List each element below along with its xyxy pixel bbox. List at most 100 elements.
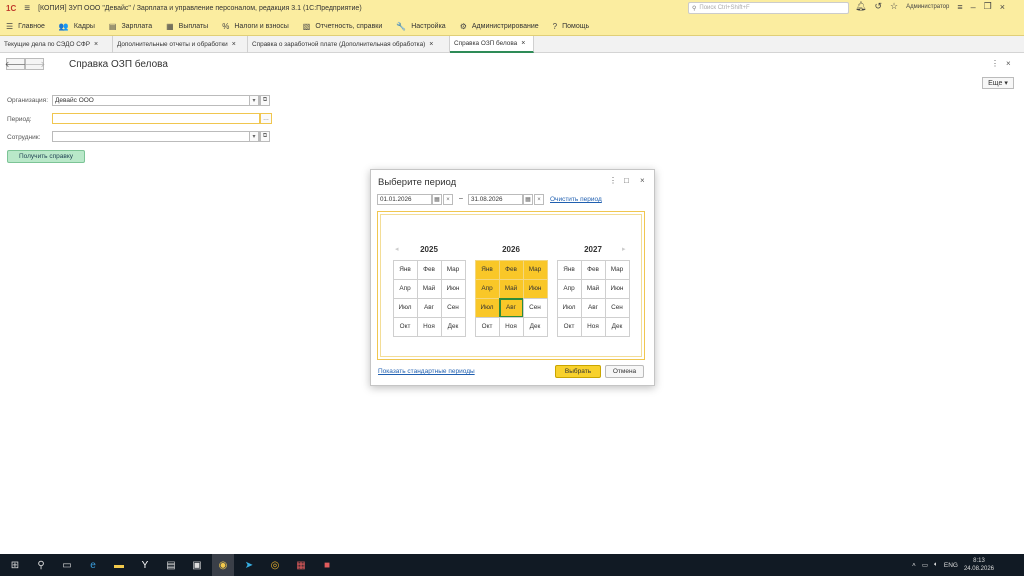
app-icon[interactable]: Y (134, 554, 156, 576)
tab-additional-reports[interactable]: Дополнительные отчеты и обработки × (113, 36, 248, 53)
menu-main[interactable]: ☰ Главное (6, 22, 45, 31)
forward-button[interactable]: 🡒 (24, 58, 45, 70)
dialog-maximize-icon[interactable]: □ (624, 176, 629, 185)
month-cell[interactable]: Дек (440, 316, 466, 337)
month-cell[interactable]: Ноя (580, 316, 606, 337)
month-cell[interactable]: Окт (474, 316, 500, 337)
menu-help[interactable]: ? Помощь (553, 22, 590, 31)
global-search-input[interactable]: ⚲ Поиск Ctrl+Shift+F (688, 2, 849, 14)
close-tab-icon[interactable]: × (94, 41, 98, 48)
month-cell[interactable]: Окт (392, 316, 418, 337)
org-dropdown-icon[interactable]: ▾ (249, 95, 259, 106)
month-cell[interactable]: Июл (474, 297, 500, 318)
month-cell[interactable]: Мар (604, 259, 630, 280)
employee-dropdown-icon[interactable]: ▾ (249, 131, 259, 142)
org-field[interactable]: Девайс ООО (52, 95, 260, 106)
user-name[interactable]: Администратор (906, 4, 949, 10)
telegram-icon[interactable]: ➤ (238, 554, 260, 576)
employee-open-icon[interactable]: ⧉ (260, 131, 270, 142)
menu-admin[interactable]: ⚙ Администрирование (460, 22, 539, 31)
main-menu-icon[interactable]: ≡ (24, 3, 30, 14)
month-cell[interactable]: Фев (580, 259, 606, 280)
clear-date-to-icon[interactable]: × (534, 194, 544, 205)
dialog-menu-icon[interactable]: ⋮ (609, 176, 617, 185)
month-cell[interactable]: Апр (556, 278, 582, 299)
tab-sedo[interactable]: Текущие дела по СЭДО СФР × (0, 36, 113, 53)
select-button[interactable]: Выбрать (555, 365, 601, 378)
tab-ozp-belova[interactable]: Справка ОЗП белова × (450, 36, 534, 53)
month-cell[interactable]: Янв (556, 259, 582, 280)
month-cell[interactable]: Июн (604, 278, 630, 299)
menu-salary[interactable]: ▤ Зарплата (109, 22, 152, 31)
close-tab-icon[interactable]: × (521, 40, 525, 47)
org-open-icon[interactable]: ⧉ (260, 95, 270, 106)
settings-icon[interactable]: ≡ (957, 2, 962, 12)
month-cell[interactable]: Дек (604, 316, 630, 337)
system-clock[interactable]: 8:13 24.08.2026 (964, 557, 994, 573)
month-cell[interactable]: Апр (392, 278, 418, 299)
close-tab-icon[interactable]: × (429, 41, 433, 48)
month-cell[interactable]: Май (416, 278, 442, 299)
month-cell[interactable]: Окт (556, 316, 582, 337)
chrome-icon[interactable]: ◎ (264, 554, 286, 576)
tab-salary-certificate[interactable]: Справка о заработной плате (Дополнительн… (248, 36, 450, 53)
period-field[interactable] (52, 113, 260, 124)
close-window-icon[interactable]: × (1000, 2, 1005, 12)
task-view-icon[interactable]: ▭ (56, 554, 78, 576)
restore-icon[interactable]: ❐ (984, 1, 992, 12)
star-icon[interactable]: ☆ (890, 1, 898, 12)
language-indicator[interactable]: ENG (944, 562, 958, 569)
month-cell[interactable]: Мар (522, 259, 548, 280)
network-icon[interactable]: ▭ (922, 561, 928, 569)
bell-icon[interactable]: 🔔︎ (855, 1, 866, 12)
store-icon[interactable]: ▣ (186, 554, 208, 576)
month-cell[interactable]: Мар (440, 259, 466, 280)
month-cell[interactable]: Май (498, 278, 524, 299)
month-cell[interactable]: Июл (392, 297, 418, 318)
windows-start-icon[interactable]: ⊞ (4, 554, 26, 576)
search-icon[interactable]: ⚲ (30, 554, 52, 576)
month-cell[interactable]: Апр (474, 278, 500, 299)
month-cell[interactable]: Янв (474, 259, 500, 280)
period-select-icon[interactable]: … (260, 113, 272, 124)
month-cell[interactable]: Сен (522, 297, 548, 318)
calendar-icon[interactable]: ▦ (432, 194, 442, 205)
more-button[interactable]: Еще ▾ (982, 77, 1014, 89)
month-cell[interactable]: Фев (498, 259, 524, 280)
clear-period-link[interactable]: Очистить период (550, 196, 602, 203)
form-menu-icon[interactable]: ⋮ (991, 59, 999, 68)
menu-settings[interactable]: 🔧 Настройка (396, 22, 445, 31)
cancel-button[interactable]: Отмена (605, 365, 644, 378)
back-button[interactable]: 🡐 (5, 58, 26, 70)
menu-payments[interactable]: ▦ Выплаты (166, 22, 208, 31)
history-icon[interactable]: ↺ (874, 1, 882, 12)
explorer-icon[interactable]: ▬ (108, 554, 130, 576)
month-cell[interactable]: Авг (498, 297, 524, 318)
minimize-icon[interactable]: – (971, 2, 976, 12)
month-cell[interactable]: Фев (416, 259, 442, 280)
volume-icon[interactable]: 🔈︎ (934, 561, 938, 569)
month-cell[interactable]: Июл (556, 297, 582, 318)
date-from-input[interactable]: 01.01.2026 (377, 194, 432, 205)
form-close-icon[interactable]: × (1006, 59, 1011, 68)
clear-date-from-icon[interactable]: × (443, 194, 453, 205)
dialog-close-icon[interactable]: × (640, 176, 645, 185)
1c-icon[interactable]: ◉ (212, 554, 234, 576)
month-cell[interactable]: Дек (522, 316, 548, 337)
month-cell[interactable]: Ноя (416, 316, 442, 337)
close-tab-icon[interactable]: × (232, 41, 236, 48)
date-to-input[interactable]: 31.08.2026 (468, 194, 523, 205)
calendar-icon[interactable]: ▦ (523, 194, 533, 205)
employee-field[interactable] (52, 131, 260, 142)
month-cell[interactable]: Июн (522, 278, 548, 299)
month-cell[interactable]: Сен (604, 297, 630, 318)
notepad-icon[interactable]: ▤ (160, 554, 182, 576)
edge-icon[interactable]: e (82, 554, 104, 576)
menu-reports[interactable]: ▧ Отчетность, справки (303, 22, 383, 31)
month-cell[interactable]: Янв (392, 259, 418, 280)
month-cell[interactable]: Сен (440, 297, 466, 318)
month-cell[interactable]: Авг (580, 297, 606, 318)
get-certificate-button[interactable]: Получить справку (7, 150, 85, 163)
menu-hr[interactable]: 👥 Кадры (59, 22, 95, 31)
photos-icon[interactable]: ▦ (290, 554, 312, 576)
